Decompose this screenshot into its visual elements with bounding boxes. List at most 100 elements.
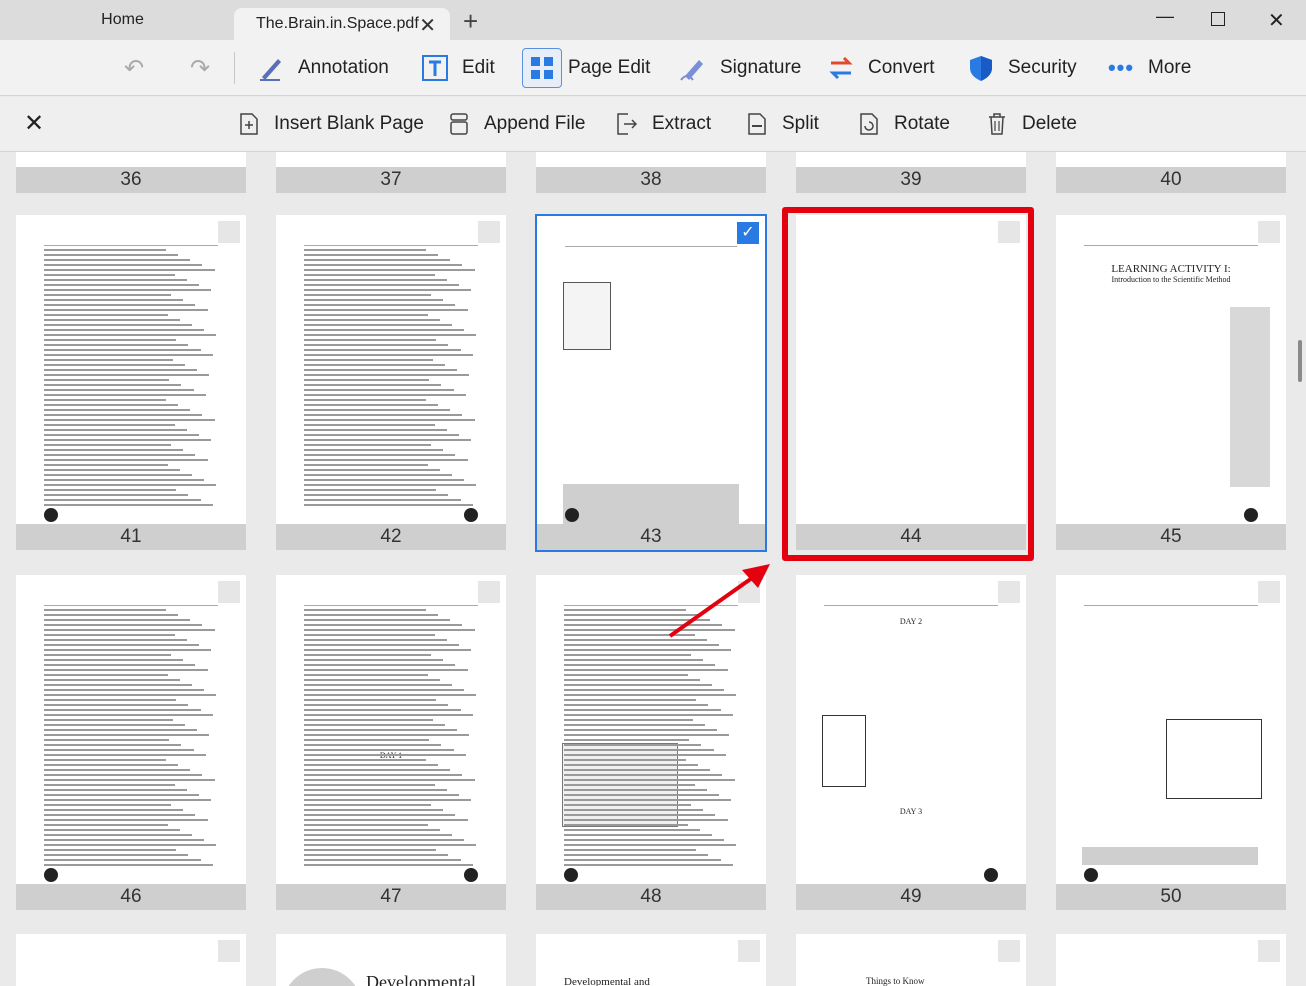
text-line [44,614,178,616]
page-thumbnail[interactable]: DAY 1 47 [276,575,506,910]
toolbar-divider [234,52,235,84]
page-thumbnail[interactable]: LEARNING ACTIVITY I: Introduction to the… [1056,215,1286,550]
page-checkbox[interactable] [478,581,500,603]
signature-button[interactable]: Signature [678,48,801,88]
page-thumbnail[interactable]: 41 [16,215,246,550]
text-edit-icon [420,53,450,83]
text-line [44,704,189,706]
annotation-button[interactable]: Annotation [256,48,389,88]
rotate-label: Rotate [894,113,950,134]
insert-blank-page-button[interactable]: Insert Blank Page [238,109,424,139]
page-thumbnail[interactable]: DAY 2 DAY 3 49 [796,575,1026,910]
page-checkbox[interactable] [218,581,240,603]
page-checkbox[interactable] [738,940,760,962]
text-line [44,684,192,686]
page-checkbox[interactable] [1258,221,1280,243]
page-checkbox[interactable] [1258,940,1280,962]
page-thumbnail[interactable]: 50 [1056,575,1286,910]
text-line [304,249,426,251]
tab-home[interactable]: Home [20,0,225,40]
page-thumbnail[interactable]: 40 [1056,152,1286,193]
maximize-icon[interactable] [1211,12,1225,26]
close-tab-icon[interactable]: ✕ [419,13,436,38]
text-line [44,724,185,726]
page-thumbnail[interactable]: 42 [276,215,506,550]
undo-icon[interactable]: ↶ [124,54,144,83]
text-line [44,669,208,671]
text-line [44,399,166,401]
rotate-button[interactable]: Rotate [858,109,950,139]
text-line [44,289,212,291]
portrait-image [282,968,362,986]
append-file-button[interactable]: Append File [448,109,585,139]
title-bar: Home The.Brain.in.Space.pdf ✕ + — ✕ [0,0,1306,40]
delete-button[interactable]: Delete [986,109,1077,139]
new-tab-icon[interactable]: + [463,6,478,37]
text-line [44,274,175,276]
text-line [304,259,451,261]
text-line [44,744,182,746]
day-heading: DAY 2 [899,617,923,626]
minimize-icon[interactable]: — [1156,6,1174,27]
redo-icon[interactable]: ↷ [190,54,210,83]
split-button[interactable]: Split [746,109,819,139]
edit-button[interactable]: Edit [420,48,495,88]
page-text [304,249,478,512]
page-thumbnail[interactable]: Things to Know [796,934,1026,986]
text-line [304,769,451,771]
scrollbar[interactable] [1298,340,1302,382]
page-checkbox[interactable] [478,221,500,243]
text-line [304,804,432,806]
more-button[interactable]: ••• More [1106,48,1191,88]
page-edit-button[interactable]: Page Edit [522,48,650,88]
text-line [44,284,199,286]
text-line [304,374,470,376]
security-button[interactable]: Security [966,48,1077,88]
checkmark-icon[interactable]: ✓ [737,222,759,244]
text-line [564,764,698,766]
page-thumbnail-selected[interactable]: ✓ 43 [535,214,767,552]
page-thumbnail[interactable]: 37 [276,152,506,193]
text-line [304,289,472,291]
text-line [44,804,172,806]
text-line [304,839,465,841]
page-checkbox[interactable] [1258,581,1280,603]
page-checkbox[interactable] [998,581,1020,603]
text-line [44,269,215,271]
extract-button[interactable]: Extract [616,109,711,139]
text-line [304,344,449,346]
text-line [564,849,697,851]
text-line [304,409,451,411]
text-line [304,649,472,651]
nasa-logo-icon [464,868,478,882]
text-line [44,649,212,651]
close-page-edit-icon[interactable]: ✕ [24,109,44,138]
text-line [44,779,215,781]
page-checkbox[interactable] [218,221,240,243]
text-line [44,679,180,681]
page-thumbnail[interactable]: 39 [796,152,1026,193]
page-checkbox[interactable] [738,581,760,603]
tab-document[interactable]: The.Brain.in.Space.pdf ✕ [234,8,450,40]
text-line [564,614,698,616]
page-thumbnail[interactable]: 38 [536,152,766,193]
page-thumbnail[interactable]: Developmental [276,934,506,986]
page-checkbox[interactable] [998,940,1020,962]
page-thumbnail[interactable]: 36 [16,152,246,193]
page-thumbnail[interactable]: 48 [536,575,766,910]
text-line [564,824,688,826]
page-thumbnail[interactable] [16,934,246,986]
page-checkbox[interactable] [218,940,240,962]
text-line [564,759,686,761]
convert-button[interactable]: Convert [826,48,935,88]
text-line [304,754,466,756]
close-window-icon[interactable]: ✕ [1268,8,1285,33]
text-line [304,479,465,481]
text-line [304,654,432,656]
shield-icon [966,53,996,83]
page-thumbnail[interactable]: Developmental and [536,934,766,986]
highlight-box [782,207,1034,561]
tab-document-label: The.Brain.in.Space.pdf [256,15,419,32]
page-thumbnail[interactable] [1056,934,1286,986]
page-thumbnail[interactable]: 46 [16,575,246,910]
